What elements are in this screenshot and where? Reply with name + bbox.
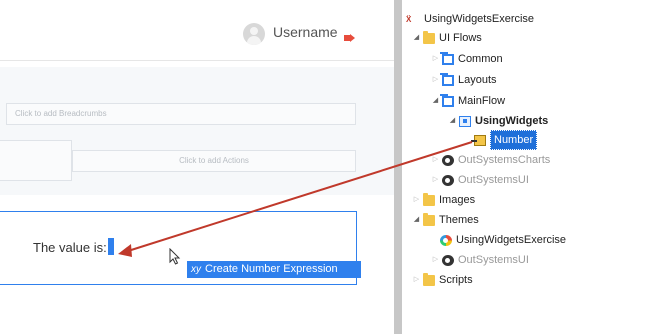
collapsed-arrow-icon[interactable]: ▷ <box>431 251 440 269</box>
tree-item-label-selected: Number <box>490 130 538 150</box>
create-number-expression-button[interactable]: xy Create Number Expression <box>187 261 361 278</box>
tree-item-label: Images <box>439 194 476 206</box>
app-icon: Ẍ <box>406 14 412 24</box>
collapsed-arrow-icon[interactable]: ▷ <box>431 151 440 169</box>
tree-item-outsystemsui[interactable]: ▷ OutSystemsUI <box>431 171 529 189</box>
tree-item-themes[interactable]: ◢ Themes <box>412 211 479 229</box>
panel-splitter[interactable] <box>394 0 402 334</box>
tree-item-label: UsingWidgetsExercise <box>424 13 535 25</box>
flow-icon <box>440 51 454 65</box>
logout-icon[interactable] <box>344 33 356 43</box>
tree-item-images[interactable]: ▷ Images <box>412 191 475 209</box>
flow-icon <box>440 72 454 86</box>
tree-item-label: Themes <box>439 214 479 226</box>
tree-item-ui-flows[interactable]: ◢ UI Flows <box>412 29 482 47</box>
tree-item-mainflow[interactable]: ◢ MainFlow <box>431 92 505 110</box>
local-variable-icon <box>471 134 486 146</box>
expanded-arrow-icon[interactable]: ◢ <box>412 29 421 47</box>
actions-placeholder[interactable]: Click to add Actions <box>72 150 356 172</box>
tree-item-layouts[interactable]: ▷ Layouts <box>431 71 497 89</box>
avatar-body <box>247 36 261 45</box>
tree-item-label: UI Flows <box>439 32 482 44</box>
tree-item-label: OutSystemsUI <box>458 174 529 186</box>
tree-item-label: UsingWidgetsExercise <box>456 234 567 246</box>
tree-item-theme-outsystemsui[interactable]: ▷ OutSystemsUI <box>431 251 529 269</box>
collapsed-arrow-icon[interactable]: ▷ <box>431 50 440 68</box>
folder-open-icon <box>423 212 435 226</box>
tree-item-label: Common <box>458 53 503 65</box>
breadcrumbs-placeholder[interactable]: Click to add Breadcrumbs <box>6 103 356 125</box>
expression-icon: xy <box>191 264 201 275</box>
tree-item-label: MainFlow <box>458 95 506 107</box>
elements-tree: Ẍ UsingWidgetsExercise ◢ UI Flows ▷ Comm… <box>402 0 649 334</box>
screen-icon <box>459 115 471 127</box>
tree-item-number[interactable]: Number <box>471 130 538 150</box>
outsystems-icon <box>442 254 454 266</box>
title-placeholder[interactable] <box>0 140 72 181</box>
outsystems-icon <box>442 154 454 166</box>
tree-item-label: UsingWidgets <box>475 115 549 127</box>
tree-item-outsystemscharts[interactable]: ▷ OutSystemsCharts <box>431 151 551 169</box>
expression-button-label: Create Number Expression <box>205 263 338 275</box>
tree-item-label: OutSystemsUI <box>458 254 529 266</box>
collapsed-arrow-icon[interactable]: ▷ <box>412 191 421 209</box>
folder-icon <box>423 272 435 286</box>
tree-item-scripts[interactable]: ▷ Scripts <box>412 271 473 289</box>
screen-canvas: Username Click to add Breadcrumbs Click … <box>0 0 394 334</box>
tree-item-theme-exercise[interactable]: UsingWidgetsExercise <box>440 231 566 249</box>
theme-icon <box>440 234 452 246</box>
tree-item-common[interactable]: ▷ Common <box>431 50 503 68</box>
folder-icon <box>423 192 435 206</box>
text-insertion-caret <box>108 238 114 255</box>
tree-item-label: Scripts <box>439 274 473 286</box>
value-label[interactable]: The value is: <box>33 240 107 255</box>
expanded-arrow-icon[interactable]: ◢ <box>448 112 457 130</box>
tree-item-label: OutSystemsCharts <box>458 154 551 166</box>
outsystems-icon <box>442 174 454 186</box>
avatar-head <box>250 27 258 35</box>
collapsed-arrow-icon[interactable]: ▷ <box>431 171 440 189</box>
mouse-cursor-icon <box>169 248 181 265</box>
collapsed-arrow-icon[interactable]: ▷ <box>431 71 440 89</box>
username-label[interactable]: Username <box>273 24 338 40</box>
collapsed-arrow-icon[interactable]: ▷ <box>412 271 421 289</box>
folder-open-icon <box>423 30 435 44</box>
tree-item-usingwidgets[interactable]: ◢ UsingWidgets <box>448 112 548 130</box>
tree-item-label: Layouts <box>458 74 497 86</box>
flow-icon <box>440 93 454 107</box>
user-avatar-icon[interactable] <box>243 23 265 45</box>
expanded-arrow-icon[interactable]: ◢ <box>412 211 421 229</box>
header-divider <box>0 60 394 61</box>
tree-item-app[interactable]: Ẍ UsingWidgetsExercise <box>406 10 534 28</box>
expanded-arrow-icon[interactable]: ◢ <box>431 92 440 110</box>
